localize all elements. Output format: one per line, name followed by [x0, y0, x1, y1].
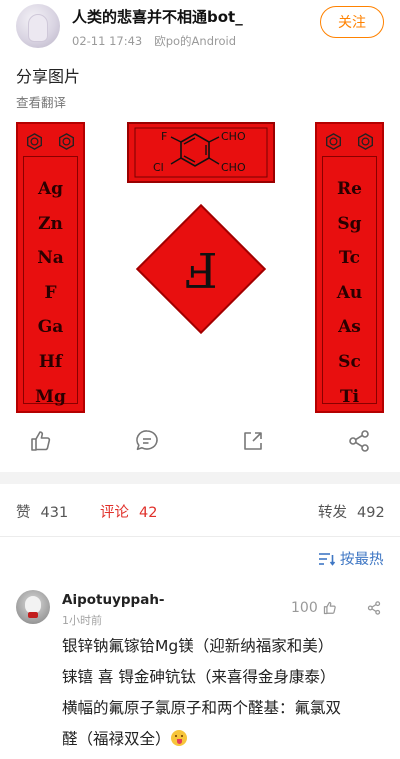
post-device: 欧po的Android — [154, 34, 237, 48]
reposts-label: 转发 — [318, 505, 347, 521]
author-name[interactable]: 人类的悲喜并不相通bot_ — [72, 6, 243, 27]
stats-tabs: 赞 431 评论 42 转发 492 — [0, 484, 400, 536]
right-couplet: Re Sg Tc Au As Sc Ti — [315, 122, 384, 413]
element-symbol: F — [44, 282, 57, 303]
action-bar — [0, 424, 400, 460]
comments-label: 评论 — [100, 505, 129, 521]
comment-line: 横幅的氟原子氯原子和两个醛基：氟氯双 — [62, 699, 342, 717]
element-symbol: Au — [336, 282, 363, 303]
comment-icon[interactable] — [134, 428, 160, 454]
post-image[interactable]: Ag Zn Na F Ga Hf Mg F Cl CHO CHO F Re Sg… — [16, 122, 384, 413]
share-icon[interactable] — [346, 428, 372, 454]
follow-button[interactable]: 关注 — [320, 6, 384, 38]
benzene-icon — [59, 133, 75, 150]
tongue-out-emoji-icon — [170, 730, 187, 746]
element-symbol: As — [338, 317, 361, 338]
sort-label: 按最热 — [340, 552, 384, 568]
comment-like-count: 100 — [291, 600, 318, 616]
left-couplet: Ag Zn Na F Ga Hf Mg — [16, 122, 85, 413]
element-symbol: Sg — [337, 213, 362, 234]
avatar-bow — [28, 612, 38, 618]
post-meta: 02-11 17:43 欧po的Android — [72, 33, 236, 49]
element-symbol: Hf — [38, 351, 63, 372]
translate-link[interactable]: 查看翻译 — [16, 92, 66, 111]
thumbs-up-icon[interactable] — [28, 428, 54, 454]
likes-label: 赞 — [16, 505, 31, 521]
commenter-avatar[interactable] — [16, 590, 50, 624]
post-header: 人类的悲喜并不相通bot_ 02-11 17:43 欧po的Android 关注 — [0, 0, 400, 60]
aldehyde-label-top: CHO — [221, 130, 246, 143]
benzene-icon — [26, 133, 42, 150]
chloro-label: Cl — [153, 161, 164, 174]
left-couplet-symbols: Ag Zn Na F Ga Hf Mg — [18, 172, 83, 413]
element-symbol: Na — [37, 248, 64, 269]
element-symbol: Ag — [37, 179, 64, 199]
post-text: 分享图片 — [16, 67, 81, 86]
sort-icon — [319, 552, 336, 566]
element-symbol: Mg — [35, 386, 66, 407]
comment-body: 银锌钠氟镓铪Mg镁（迎新纳福家和美） 铼𬭳 喜 锝金砷钪钛（来喜得金身康泰） 横… — [62, 631, 392, 755]
benzene-icon — [358, 133, 374, 150]
comment-line: 银锌钠氟镓铪Mg镁（迎新纳福家和美） — [62, 637, 334, 655]
element-symbol: Ga — [37, 317, 64, 338]
aldehyde-label-bottom: CHO — [221, 161, 246, 174]
avatar-figure — [28, 14, 48, 42]
tab-reposts[interactable]: 转发 492 — [318, 501, 385, 522]
comment-line-last: 醛（福禄双全） — [62, 724, 392, 755]
fluoro-label: F — [161, 130, 167, 143]
reposts-count: 492 — [357, 505, 385, 521]
left-couplet-icons — [18, 133, 83, 150]
sort-toggle[interactable]: 按最热 — [318, 548, 384, 569]
tab-comments[interactable]: 评论 42 — [100, 501, 157, 522]
right-couplet-symbols: Re Sg Tc Au As Sc Ti — [317, 172, 382, 413]
element-symbol: Zn — [38, 213, 63, 234]
stats-divider — [0, 536, 400, 537]
comment-line: 铼𬭳 喜 锝金砷钪钛（来喜得金身康泰） — [62, 668, 336, 686]
comment-share-icon[interactable] — [366, 600, 382, 616]
comment-line: 醛（福禄双全） — [62, 730, 171, 748]
benzene-icon — [325, 133, 341, 150]
commenter-name[interactable]: Aipotuyppah- — [62, 592, 165, 608]
element-symbol: Re — [337, 179, 362, 199]
comment-item: Aipotuyppah- 1小时前 100 银锌钠氟镓铪Mg镁（迎新纳福家和美）… — [0, 585, 400, 759]
likes-count: 431 — [40, 505, 69, 521]
thumbs-up-icon — [323, 601, 336, 615]
element-symbol: Sc — [338, 351, 361, 372]
repost-icon[interactable] — [240, 428, 266, 454]
comment-like-button[interactable]: 100 — [291, 600, 338, 616]
author-avatar[interactable] — [16, 4, 60, 48]
comments-count: 42 — [139, 505, 158, 521]
fluorine-fu-glyph: F — [184, 241, 218, 297]
top-banner: F Cl CHO CHO — [127, 122, 275, 183]
tab-likes[interactable]: 赞 431 — [16, 501, 68, 522]
post-date: 02-11 17:43 — [72, 34, 143, 48]
benzene-structure: F Cl CHO CHO — [134, 127, 268, 178]
right-couplet-icons — [317, 133, 382, 150]
element-symbol: Ti — [339, 386, 360, 407]
section-divider — [0, 472, 400, 484]
element-symbol: Tc — [338, 248, 361, 269]
comment-time: 1小时前 — [62, 614, 102, 627]
